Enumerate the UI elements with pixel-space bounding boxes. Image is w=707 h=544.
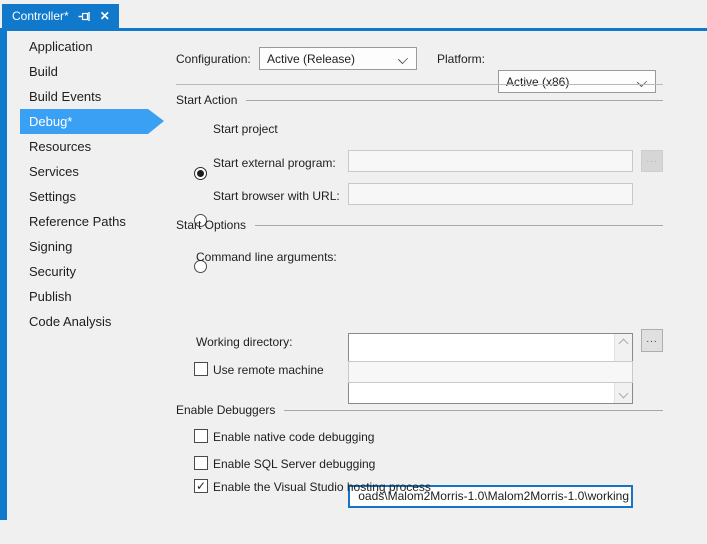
enable-sql-server-debugging-label[interactable]: Enable SQL Server debugging — [213, 457, 375, 471]
browse-working-directory-button[interactable]: ... — [641, 329, 663, 352]
command-line-arguments-label: Command line arguments: — [196, 250, 337, 264]
start-browser-url-label[interactable]: Start browser with URL: — [213, 189, 340, 203]
enable-sql-server-debugging-checkbox[interactable]: ✓ — [194, 456, 208, 470]
sidebar-item-code-analysis[interactable]: Code Analysis — [8, 309, 170, 334]
check-icon: ✓ — [196, 480, 206, 492]
section-rule — [255, 225, 663, 226]
enable-debuggers-section-header: Enable Debuggers — [176, 403, 663, 417]
sidebar-item-services[interactable]: Services — [8, 159, 170, 184]
document-left-accent-strip — [0, 31, 7, 520]
pin-icon[interactable] — [78, 10, 91, 23]
sidebar-item-publish[interactable]: Publish — [8, 284, 170, 309]
start-project-label[interactable]: Start project — [213, 122, 278, 136]
platform-select[interactable]: Active (x86) — [498, 70, 656, 93]
sidebar-item-build[interactable]: Build — [8, 59, 170, 84]
tab-title: Controller* — [12, 9, 69, 23]
remote-machine-input — [348, 361, 633, 383]
configuration-select[interactable]: Active (Release) — [259, 47, 417, 70]
sidebar-item-security[interactable]: Security — [8, 259, 170, 284]
chevron-down-icon — [398, 54, 408, 64]
tab-accent-underline — [0, 28, 707, 31]
start-browser-url-input — [348, 183, 633, 205]
start-project-radio[interactable] — [194, 167, 207, 180]
browse-external-program-button: ... — [641, 150, 663, 172]
separator — [176, 84, 663, 85]
platform-label: Platform: — [437, 52, 485, 66]
tab-controller[interactable]: Controller* ✕ — [2, 4, 119, 28]
enable-native-code-debugging-label[interactable]: Enable native code debugging — [213, 430, 374, 444]
start-action-title: Start Action — [176, 93, 237, 107]
close-icon[interactable]: ✕ — [100, 10, 110, 22]
sidebar-item-debug[interactable]: Debug* — [20, 109, 148, 134]
start-external-program-input — [348, 150, 633, 172]
chevron-down-icon — [637, 77, 647, 87]
section-rule — [246, 100, 663, 101]
section-rule — [284, 410, 663, 411]
properties-sidebar: Application Build Build Events Debug* Re… — [8, 34, 170, 334]
enable-vs-hosting-process-checkbox[interactable]: ✓ — [194, 479, 208, 493]
enable-debuggers-title: Enable Debuggers — [176, 403, 275, 417]
start-options-section-header: Start Options — [176, 218, 663, 232]
scroll-down-icon[interactable] — [619, 389, 629, 399]
sidebar-item-signing[interactable]: Signing — [8, 234, 170, 259]
sidebar-item-reference-paths[interactable]: Reference Paths — [8, 209, 170, 234]
sidebar-item-application[interactable]: Application — [8, 34, 170, 59]
start-action-section-header: Start Action — [176, 93, 663, 107]
configuration-label: Configuration: — [176, 52, 251, 66]
enable-vs-hosting-process-label[interactable]: Enable the Visual Studio hosting process — [213, 480, 431, 494]
sidebar-item-settings[interactable]: Settings — [8, 184, 170, 209]
platform-value: Active (x86) — [506, 75, 569, 89]
enable-native-code-debugging-checkbox[interactable]: ✓ — [194, 429, 208, 443]
start-external-program-label[interactable]: Start external program: — [213, 156, 336, 170]
working-directory-label: Working directory: — [196, 335, 292, 349]
use-remote-machine-checkbox[interactable]: ✓ — [194, 362, 208, 376]
use-remote-machine-label[interactable]: Use remote machine — [213, 363, 324, 377]
configuration-value: Active (Release) — [267, 52, 355, 66]
scroll-up-icon[interactable] — [619, 339, 629, 349]
sidebar-item-build-events[interactable]: Build Events — [8, 84, 170, 109]
start-options-title: Start Options — [176, 218, 246, 232]
sidebar-item-resources[interactable]: Resources — [8, 134, 170, 159]
